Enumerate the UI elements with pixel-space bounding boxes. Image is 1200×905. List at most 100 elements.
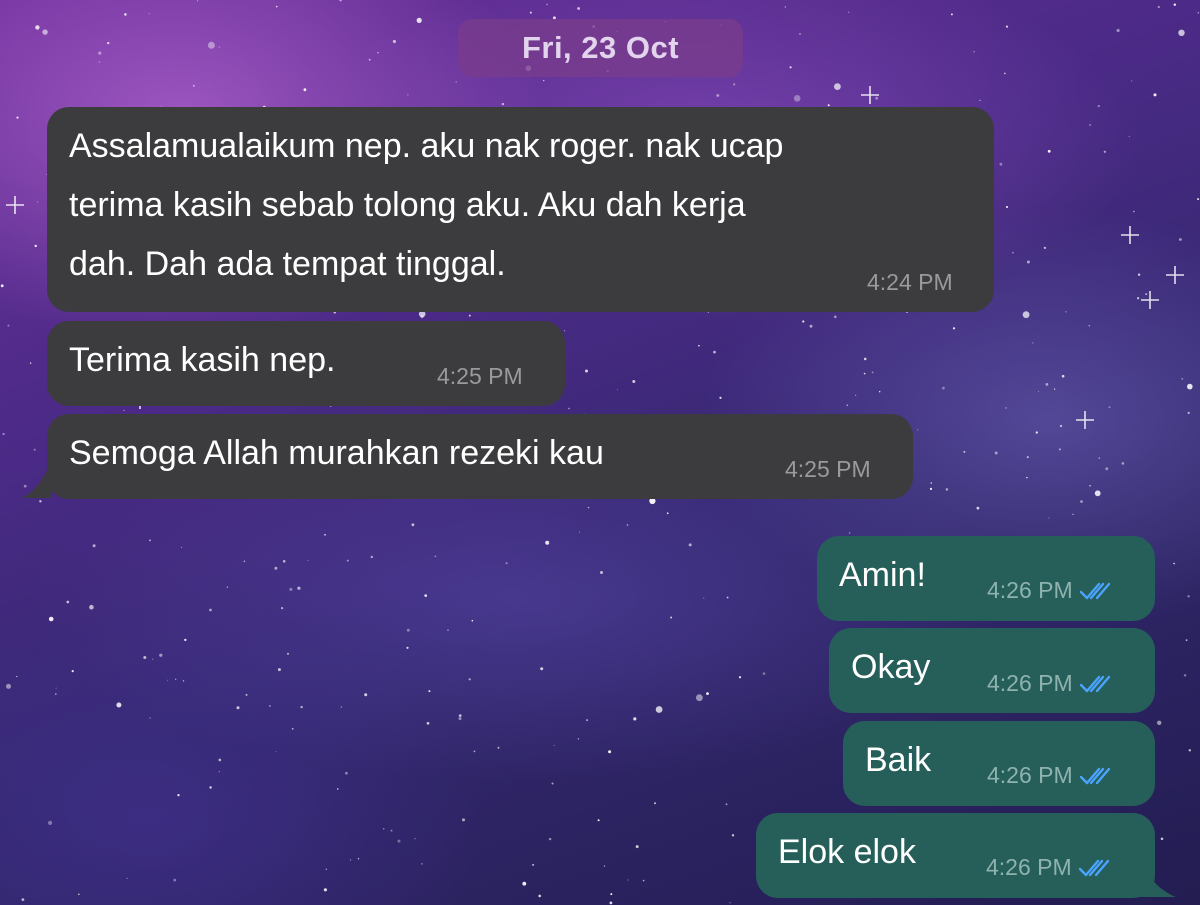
star: [863, 372, 866, 375]
star: [1128, 135, 1131, 138]
star: [455, 81, 458, 83]
star: [55, 687, 57, 689]
message-bubble-incoming[interactable]: Terima kasih nep. 4:25 PM: [47, 321, 565, 406]
star: [608, 750, 612, 754]
star: [392, 39, 396, 44]
star: [799, 33, 801, 35]
star: [1005, 25, 1009, 28]
double-check-icon: [1078, 859, 1109, 877]
message-text: Baik: [865, 741, 932, 779]
star: [501, 102, 505, 106]
star: [1173, 562, 1175, 565]
star: [587, 506, 590, 509]
star: [597, 819, 600, 822]
star: [382, 828, 385, 830]
star: [994, 451, 998, 455]
star: [282, 560, 286, 563]
star: [7, 324, 10, 327]
star: [1188, 749, 1192, 752]
star: [1183, 674, 1187, 677]
star: [726, 596, 729, 599]
star: [505, 562, 508, 565]
star: [307, 560, 309, 562]
star: [945, 488, 949, 491]
star: [182, 680, 185, 682]
star: [1157, 5, 1160, 9]
star: [337, 788, 339, 790]
star: [603, 865, 606, 867]
star: [632, 380, 636, 383]
star: [357, 858, 360, 860]
star: [1187, 383, 1193, 390]
star: [1012, 251, 1014, 254]
star: [34, 244, 37, 248]
star: [1005, 205, 1009, 209]
star: [116, 702, 122, 708]
star: [1026, 456, 1029, 459]
star: [458, 714, 462, 717]
sparkle: [861, 86, 879, 104]
star: [420, 315, 424, 319]
star: [1173, 3, 1177, 6]
star: [173, 878, 177, 882]
sparkle: [1121, 226, 1139, 244]
star: [848, 11, 850, 13]
star: [654, 802, 656, 805]
star: [289, 587, 293, 591]
star: [152, 658, 154, 660]
star: [209, 608, 212, 612]
star: [1097, 104, 1101, 108]
star: [149, 717, 151, 719]
star: [416, 17, 422, 23]
star: [370, 555, 373, 559]
star: [1157, 720, 1162, 725]
star: [277, 668, 281, 672]
star: [577, 738, 579, 740]
star: [950, 13, 953, 16]
message-text: Assalamualaikum nep. aku nak roger. nak …: [69, 127, 784, 283]
message-bubble-outgoing[interactable]: Elok elok 4:26 PM: [756, 813, 1155, 898]
star: [979, 99, 981, 101]
star: [377, 52, 379, 54]
star: [963, 450, 966, 453]
star: [473, 750, 476, 753]
star: [209, 786, 212, 789]
star: [462, 818, 465, 822]
star: [149, 539, 151, 542]
message-bubble-outgoing[interactable]: Amin! 4:26 PM: [817, 536, 1155, 621]
star: [192, 84, 195, 87]
star: [1045, 383, 1049, 386]
star: [1047, 149, 1051, 153]
star: [123, 409, 125, 411]
star: [1105, 467, 1109, 471]
star: [55, 693, 57, 695]
star: [1089, 484, 1091, 487]
star: [1089, 124, 1091, 126]
star: [1035, 431, 1038, 434]
date-separator: Fri, 23 Oct: [458, 19, 743, 77]
message-text: Elok elok: [778, 833, 916, 871]
message-bubble-incoming[interactable]: Assalamualaikum nep. aku nak roger. nak …: [47, 107, 994, 312]
star: [1058, 448, 1061, 451]
star: [1059, 424, 1063, 428]
star: [143, 656, 147, 659]
star: [642, 879, 645, 882]
star: [245, 693, 248, 696]
message-bubble-incoming[interactable]: Semoga Allah murahkan rezeki kau 4:25 PM: [47, 414, 913, 499]
star: [324, 534, 326, 536]
star: [124, 13, 127, 16]
message-bubble-outgoing[interactable]: Okay 4:26 PM: [829, 628, 1155, 713]
star: [1094, 490, 1101, 497]
star: [1131, 80, 1133, 82]
star: [407, 94, 409, 96]
star: [635, 845, 639, 849]
star: [666, 512, 669, 515]
star: [1187, 595, 1190, 598]
star: [345, 771, 348, 775]
star: [346, 559, 349, 562]
star: [48, 820, 53, 826]
message-timestamp: 4:26 PM: [987, 762, 1113, 788]
star: [1022, 311, 1030, 319]
star: [177, 794, 180, 797]
message-bubble-outgoing[interactable]: Baik 4:26 PM: [843, 721, 1155, 806]
